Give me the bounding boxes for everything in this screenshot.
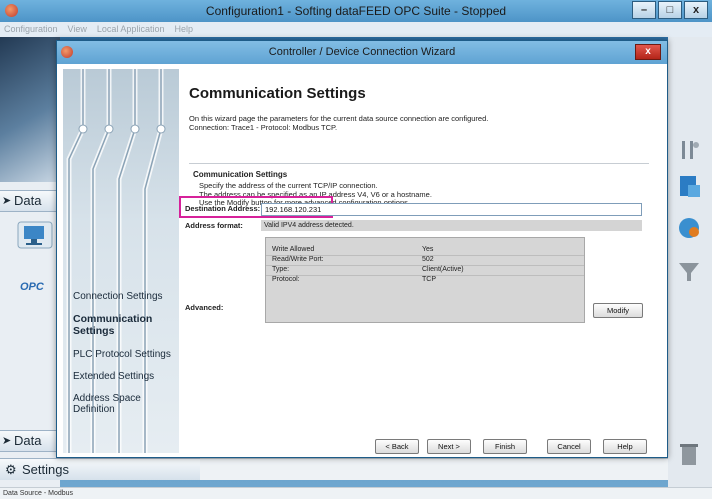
address-format-label: Address format:: [185, 221, 243, 230]
dialog-title: Controller / Device Connection Wizard: [268, 46, 456, 58]
step-communication-settings-line2[interactable]: Settings: [73, 325, 114, 337]
advanced-label: Advanced:: [185, 303, 224, 312]
dialog-close-button[interactable]: x: [635, 44, 661, 60]
nav-data-source[interactable]: ➤ Data: [0, 190, 60, 212]
step-extended-settings[interactable]: Extended Settings: [73, 371, 154, 382]
opc-logo: OPC: [20, 281, 44, 293]
advanced-key: Write Allowed: [272, 246, 315, 253]
trash-icon[interactable]: [676, 441, 702, 467]
document-icon[interactable]: [676, 173, 702, 199]
window-controls: – □ x: [632, 1, 708, 19]
group-title: Communication Settings: [193, 170, 288, 179]
advanced-settings-list: Write Allowed Yes Read/Write Port: 502 T…: [265, 237, 585, 323]
nav-data-destination[interactable]: ➤ Data: [0, 430, 60, 452]
menu-bar: Configuration View Local Application Hel…: [0, 22, 712, 37]
dialog-titlebar: Controller / Device Connection Wizard x: [57, 41, 667, 64]
cancel-button[interactable]: Cancel: [547, 439, 591, 454]
tools-icon[interactable]: [676, 137, 702, 163]
page-description: On this wizard page the parameters for t…: [189, 114, 488, 132]
nav-settings-label: Settings: [22, 462, 69, 477]
gear-icon: ⚙: [5, 462, 17, 477]
nav-data-source-label: Data: [14, 193, 42, 208]
left-pane: ➤ Data OPC ➤ Data: [0, 37, 60, 487]
monitor-icon: [17, 221, 53, 249]
back-button[interactable]: < Back: [375, 439, 419, 454]
help-button[interactable]: Help: [603, 439, 647, 454]
menu-local-application[interactable]: Local Application: [97, 22, 165, 37]
connection-icon[interactable]: [676, 215, 702, 241]
menu-help[interactable]: Help: [174, 22, 193, 37]
advanced-value: 502: [422, 256, 434, 263]
close-button[interactable]: x: [684, 1, 708, 19]
finish-button[interactable]: Finish: [483, 439, 527, 454]
step-connection-settings[interactable]: Connection Settings: [73, 291, 163, 302]
connection-wizard-dialog: Controller / Device Connection Wizard x: [56, 40, 668, 458]
advanced-value: TCP: [422, 276, 436, 283]
left-banner: [0, 37, 60, 182]
maximize-button[interactable]: □: [658, 1, 682, 19]
arrow-icon: ➤: [2, 195, 12, 207]
advanced-key: Read/Write Port:: [272, 256, 324, 263]
main-titlebar: Configuration1 - Softing dataFEED OPC Su…: [0, 0, 712, 22]
menu-view[interactable]: View: [68, 22, 87, 37]
step-plc-protocol-settings[interactable]: PLC Protocol Settings: [73, 349, 171, 360]
page-description-line1: On this wizard page the parameters for t…: [189, 114, 489, 123]
menu-configuration[interactable]: Configuration: [4, 22, 58, 37]
advanced-value: Client(Active): [422, 266, 464, 273]
advanced-key: Type:: [272, 266, 290, 273]
filter-icon[interactable]: [676, 259, 702, 285]
status-bar: Data Source - Modbus: [0, 487, 712, 499]
destination-address-input[interactable]: 192.168.120.231: [261, 203, 642, 216]
nav-data-destination-label: Data: [14, 433, 42, 448]
nav-settings[interactable]: ⚙ Settings: [0, 458, 200, 480]
next-button[interactable]: Next >: [427, 439, 471, 454]
wizard-step-panel: Connection Settings Communication Settin…: [63, 69, 179, 453]
address-format-value: Valid IPV4 address detected.: [261, 220, 642, 231]
minimize-button[interactable]: –: [632, 1, 656, 19]
dialog-body: Connection Settings Communication Settin…: [63, 69, 661, 454]
main-footer-area: [200, 458, 668, 480]
right-pane: [668, 37, 712, 487]
advanced-key: Protocol:: [272, 276, 300, 283]
step-communication-settings[interactable]: Communication: [73, 313, 152, 325]
window-title: Configuration1 - Softing dataFEED OPC Su…: [205, 4, 507, 18]
arrow-icon: ➤: [2, 435, 12, 447]
wizard-content: Communication Settings On this wizard pa…: [179, 69, 661, 454]
modify-button[interactable]: Modify: [593, 303, 643, 318]
advanced-value: Yes: [422, 246, 434, 253]
page-title: Communication Settings: [189, 85, 366, 102]
destination-address-label: Destination Address:: [185, 204, 261, 213]
step-address-space-definition[interactable]: Address Space Definition: [73, 393, 179, 415]
page-description-line2: Connection: Trace1 - Protocol: Modbus TC…: [189, 123, 338, 132]
